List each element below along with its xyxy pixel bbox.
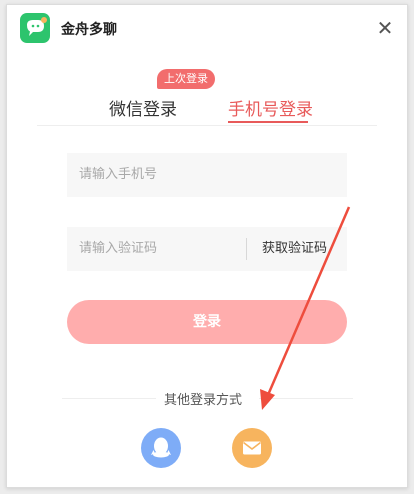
tabs-divider xyxy=(37,125,377,126)
close-icon[interactable]: ✕ xyxy=(375,18,395,38)
code-input[interactable]: 请输入验证码 获取验证码 xyxy=(67,227,347,271)
qq-icon xyxy=(151,437,171,458)
phone-placeholder: 请输入手机号 xyxy=(79,167,158,182)
qq-login-button[interactable] xyxy=(141,428,181,468)
app-logo-icon xyxy=(20,13,50,43)
active-tab-underline xyxy=(228,121,308,123)
login-button[interactable]: 登录 xyxy=(67,300,347,344)
last-login-badge: 上次登录 xyxy=(157,69,215,89)
other-login-label: 其他登录方式 xyxy=(164,393,243,408)
tab-wechat-login[interactable]: 微信登录 xyxy=(109,95,177,120)
email-login-button[interactable] xyxy=(232,428,272,468)
code-separator xyxy=(246,238,247,260)
mail-icon xyxy=(243,441,261,455)
get-code-button[interactable]: 获取验证码 xyxy=(262,227,327,271)
code-placeholder: 请输入验证码 xyxy=(79,241,158,256)
app-title: 金舟多聊 xyxy=(61,22,117,38)
tab-phone-login[interactable]: 手机号登录 xyxy=(228,95,313,120)
phone-input[interactable]: 请输入手机号 xyxy=(67,153,347,197)
other-divider-right xyxy=(259,398,353,399)
title-bar: 金舟多聊 ✕ xyxy=(7,5,407,53)
other-divider-left xyxy=(62,398,156,399)
login-window: 金舟多聊 ✕ 微信登录 手机号登录 上次登录 请输入手机号 请输入验证码 获取验… xyxy=(6,4,408,488)
